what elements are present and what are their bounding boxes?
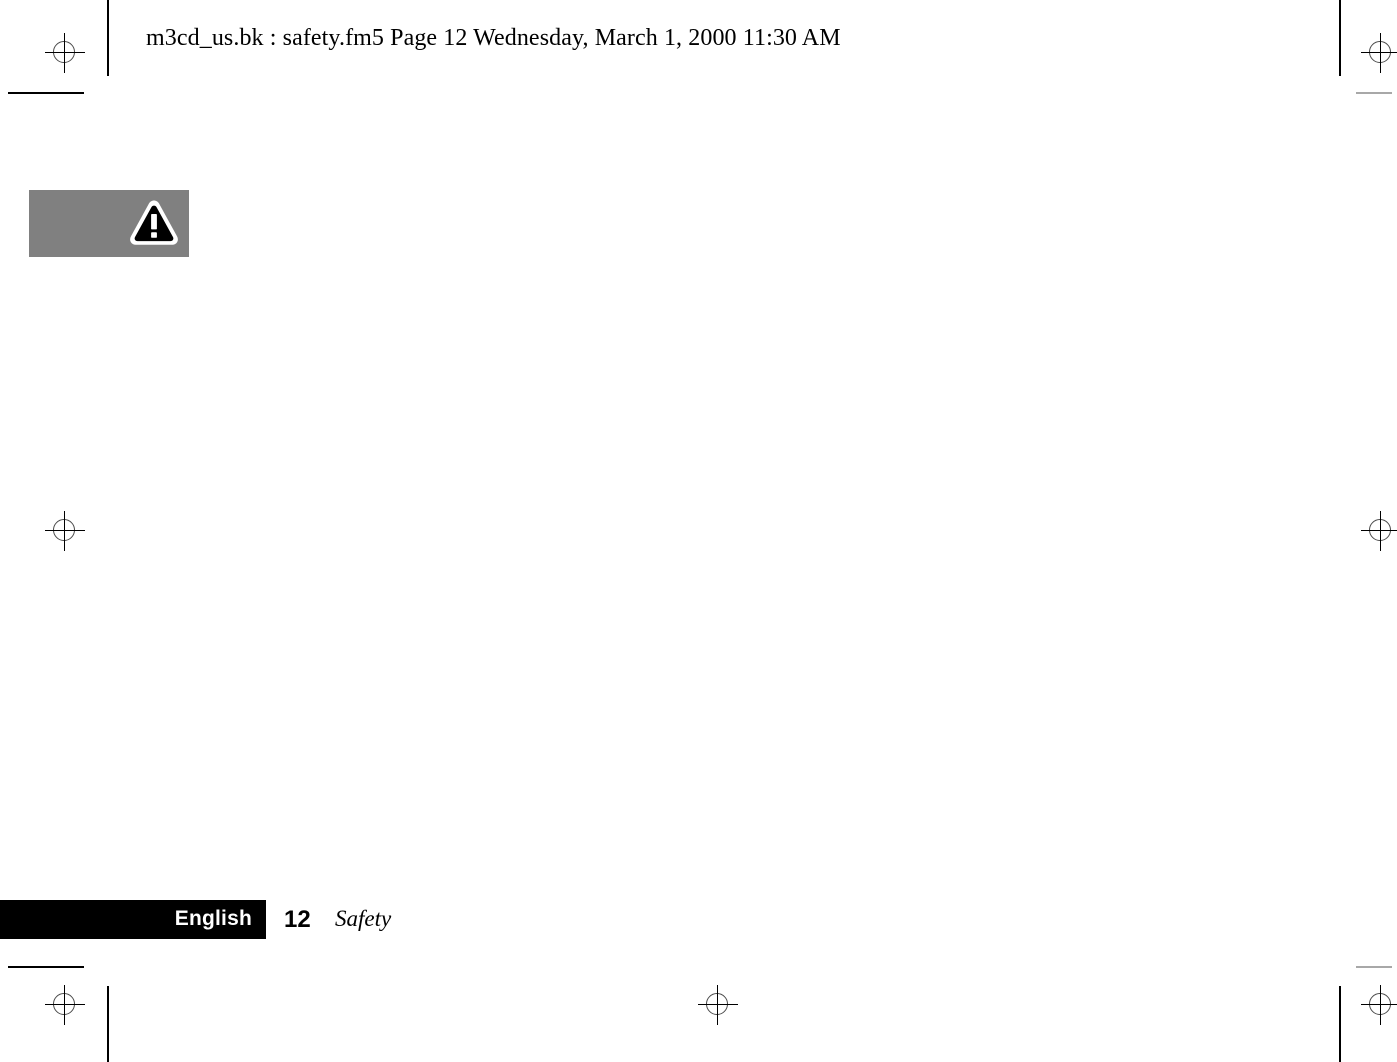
registration-crosshair-vertical xyxy=(717,985,718,1025)
document-page: m3cd_us.bk : safety.fm5 Page 12 Wednesda… xyxy=(0,0,1397,1062)
registration-crosshair-horizontal xyxy=(45,1004,85,1005)
crop-line-top-left-vertical xyxy=(107,0,109,76)
registration-crosshair-horizontal xyxy=(1361,52,1397,53)
registration-crosshair-horizontal xyxy=(45,52,85,53)
crop-line-top-left-horizontal xyxy=(8,92,84,94)
registration-mark-middle-right xyxy=(1361,511,1397,551)
registration-crosshair-horizontal xyxy=(45,530,85,531)
registration-crosshair-horizontal xyxy=(1361,530,1397,531)
crop-line-bottom-left-horizontal xyxy=(8,966,84,968)
registration-mark-middle-left xyxy=(45,511,85,551)
registration-crosshair-vertical xyxy=(64,985,65,1025)
registration-crosshair-vertical xyxy=(64,33,65,73)
registration-crosshair-horizontal xyxy=(698,1004,738,1005)
crop-line-top-right-horizontal xyxy=(1356,92,1392,94)
page-body-content xyxy=(200,280,1300,880)
registration-mark-top-left xyxy=(45,33,85,73)
crop-line-bottom-right-horizontal xyxy=(1356,966,1392,968)
footer-language-label: English xyxy=(174,907,252,930)
warning-triangle-icon xyxy=(128,198,180,248)
registration-mark-top-right xyxy=(1361,33,1397,73)
registration-crosshair-vertical xyxy=(64,511,65,551)
registration-crosshair-vertical xyxy=(1380,985,1381,1025)
crop-line-top-right-vertical xyxy=(1339,0,1341,76)
registration-mark-bottom-right xyxy=(1361,985,1397,1025)
registration-crosshair-vertical xyxy=(1380,33,1381,73)
warning-callout-box xyxy=(29,190,189,257)
footer-section-title: Safety xyxy=(335,906,392,931)
page-header-slug: m3cd_us.bk : safety.fm5 Page 12 Wednesda… xyxy=(146,25,841,51)
footer-language-bar: English xyxy=(0,900,266,939)
registration-crosshair-horizontal xyxy=(1361,1004,1397,1005)
footer-page-number: 12 xyxy=(284,906,311,933)
registration-mark-bottom-center xyxy=(698,985,738,1025)
registration-crosshair-vertical xyxy=(1380,511,1381,551)
registration-mark-bottom-left xyxy=(45,985,85,1025)
crop-line-bottom-right-vertical xyxy=(1339,986,1341,1062)
crop-line-bottom-left-vertical xyxy=(107,986,109,1062)
